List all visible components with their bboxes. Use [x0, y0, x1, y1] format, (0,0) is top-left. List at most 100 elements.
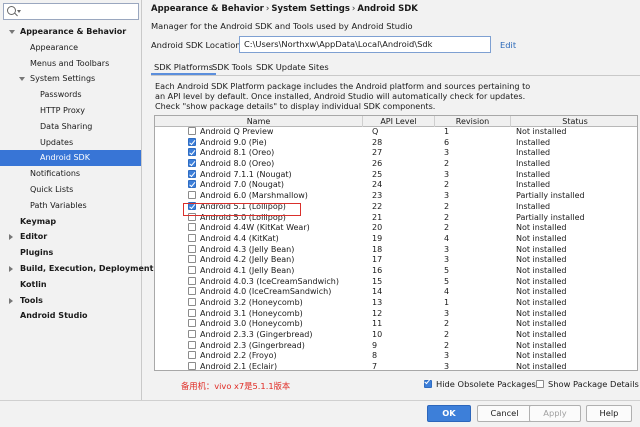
expand-arrow-icon[interactable]	[9, 30, 15, 34]
row-checkbox[interactable]	[188, 127, 196, 135]
sidebar-item-tools[interactable]: Tools	[0, 293, 141, 309]
package-name: Android 7.1.1 (Nougat)	[200, 169, 292, 179]
sidebar-item-kotlin[interactable]: Kotlin	[0, 277, 141, 293]
sidebar-item-appearance[interactable]: Appearance	[0, 40, 141, 56]
tab-sdk-update-sites[interactable]: SDK Update Sites	[253, 59, 332, 75]
table-row[interactable]: Android 8.1 (Oreo) 27 3 Installed	[155, 148, 637, 159]
help-button[interactable]: Help	[586, 405, 632, 422]
collapse-arrow-icon[interactable]	[9, 297, 13, 304]
apply-button[interactable]: Apply	[529, 405, 581, 422]
tab-sdk-platforms[interactable]: SDK Platforms	[151, 59, 217, 75]
package-name: Android 4.1 (Jelly Bean)	[200, 265, 295, 275]
row-checkbox[interactable]	[188, 159, 196, 168]
row-checkbox[interactable]	[188, 340, 196, 349]
hide-obsolete-checkbox[interactable]	[424, 380, 432, 388]
sidebar-item-quick-lists[interactable]: Quick Lists	[0, 182, 141, 198]
sidebar-item-editor[interactable]: Editor	[0, 229, 141, 245]
table-row[interactable]: Android 6.0 (Marshmallow) 23 3 Partially in…	[155, 191, 637, 202]
sidebar-item-passwords[interactable]: Passwords	[0, 87, 141, 103]
row-checkbox[interactable]	[188, 362, 196, 370]
row-checkbox[interactable]	[188, 223, 196, 232]
collapse-arrow-icon[interactable]	[9, 265, 13, 272]
table-row[interactable]: Android 8.0 (Oreo) 26 2 Installed	[155, 159, 637, 170]
row-checkbox[interactable]	[188, 319, 196, 328]
sidebar-item-notifications[interactable]: Notifications	[0, 166, 141, 182]
table-row[interactable]: Android 7.1.1 (Nougat) 25 3 Installed	[155, 169, 637, 181]
edit-link[interactable]: Edit	[500, 40, 516, 50]
hide-obsolete-option[interactable]: Hide Obsolete Packages	[424, 378, 536, 390]
search-field[interactable]	[3, 3, 139, 20]
show-details-option[interactable]: Show Package Details	[536, 378, 639, 390]
sidebar-item-path-variables[interactable]: Path Variables	[0, 198, 141, 214]
chevron-down-icon[interactable]	[17, 10, 21, 13]
ok-button[interactable]: OK	[427, 405, 471, 422]
sdk-location-input[interactable]: C:\Users\Northxw\AppData\Local\Android\S…	[239, 36, 491, 53]
main-panel: Appearance & Behavior › System Settings › An…	[143, 0, 640, 400]
table-row[interactable]: Android 2.1 (Eclair) 7 3 Not installed	[155, 362, 637, 370]
show-details-checkbox[interactable]	[536, 380, 544, 388]
api-level: 23	[372, 191, 383, 201]
sidebar-item-keymap[interactable]: Keymap	[0, 214, 141, 230]
sidebar-item-label: Appearance & Behavior	[20, 27, 127, 36]
table-row[interactable]: Android 3.2 (Honeycomb) 13 1 Not installed	[155, 298, 637, 309]
table-row[interactable]: Android 3.1 (Honeycomb) 12 3 Not installed	[155, 308, 637, 320]
column-header-status[interactable]: Status	[511, 116, 637, 127]
column-header-api-level[interactable]: API Level	[363, 116, 435, 127]
row-checkbox[interactable]	[188, 191, 196, 200]
sidebar-item-updates[interactable]: Updates	[0, 135, 141, 151]
row-checkbox[interactable]	[188, 308, 196, 317]
table-row[interactable]: Android Q Preview Q 1 Not installed	[155, 127, 637, 138]
table-row[interactable]: Android 4.4W (KitKat Wear) 20 2 Not install…	[155, 223, 637, 234]
tab-sdk-tools[interactable]: SDK Tools	[209, 59, 255, 75]
sidebar-item-label: Updates	[40, 137, 74, 147]
sidebar-item-plugins[interactable]: Plugins	[0, 245, 141, 261]
sidebar-item-menus-and-toolbars[interactable]: Menus and Toolbars	[0, 56, 141, 72]
row-checkbox[interactable]	[188, 351, 196, 360]
table-row[interactable]: Android 4.1 (Jelly Bean) 16 5 Not installed	[155, 265, 637, 277]
row-checkbox[interactable]	[188, 265, 196, 274]
row-checkbox[interactable]	[188, 255, 196, 264]
row-checkbox[interactable]	[188, 180, 196, 189]
sidebar-item-appearance-behavior[interactable]: Appearance & Behavior	[0, 24, 141, 40]
table-row[interactable]: Android 4.4 (KitKat) 19 4 Not installed	[155, 233, 637, 245]
row-checkbox[interactable]	[188, 330, 196, 339]
table-row[interactable]: Android 9.0 (Pie) 28 6 Installed	[155, 137, 637, 149]
table-row[interactable]: Android 2.3 (Gingerbread) 9 2 Not installed	[155, 340, 637, 352]
search-icon[interactable]	[7, 6, 16, 15]
expand-arrow-icon[interactable]	[19, 77, 25, 82]
row-checkbox[interactable]	[188, 148, 196, 157]
collapse-arrow-icon[interactable]	[9, 234, 13, 241]
row-checkbox[interactable]	[188, 298, 196, 306]
cancel-button[interactable]: Cancel	[477, 405, 532, 422]
row-checkbox[interactable]	[188, 169, 196, 178]
package-name: Android 4.4 (KitKat)	[200, 233, 279, 243]
table-row[interactable]: Android 2.3.3 (Gingerbread) 10 2 Not instal…	[155, 330, 637, 341]
table-row[interactable]: Android 4.3 (Jelly Bean) 18 3 Not installed	[155, 244, 637, 256]
sidebar-item-build-execution-deployment[interactable]: Build, Execution, Deployment	[0, 261, 153, 277]
row-checkbox[interactable]	[188, 287, 196, 296]
row-checkbox[interactable]	[188, 276, 196, 285]
table-row[interactable]: Android 3.0 (Honeycomb) 11 2 Not installed	[155, 319, 637, 330]
package-name: Android 6.0 (Marshmallow)	[200, 191, 308, 201]
table-row[interactable]: Android 4.0 (IceCreamSandwich) 14 4 Not ins…	[155, 287, 637, 298]
sidebar-item-system-settings[interactable]: System Settings	[0, 71, 141, 87]
sidebar-item-android-studio[interactable]: Android Studio	[0, 308, 141, 324]
install-status: Not installed	[516, 351, 567, 361]
sidebar-item-android-sdk[interactable]: Android SDK	[0, 150, 141, 167]
api-level: 21	[372, 212, 383, 222]
api-level: 13	[372, 298, 383, 307]
revision: 5	[444, 276, 450, 286]
sidebar-item-data-sharing[interactable]: Data Sharing	[0, 119, 141, 135]
sidebar-item-http-proxy[interactable]: HTTP Proxy	[0, 103, 141, 119]
row-checkbox[interactable]	[188, 233, 196, 242]
column-header-revision[interactable]: Revision	[435, 116, 511, 127]
table-row[interactable]: Android 4.0.3 (IceCreamSandwich) 15 5 Not i…	[155, 276, 637, 288]
row-checkbox[interactable]	[188, 244, 196, 253]
table-row[interactable]: Android 4.2 (Jelly Bean) 17 3 Not installed	[155, 255, 637, 266]
row-checkbox[interactable]	[188, 137, 196, 146]
api-level: 16	[372, 265, 383, 275]
table-row[interactable]: Android 7.0 (Nougat) 24 2 Installed	[155, 180, 637, 191]
api-level: Q	[372, 127, 379, 136]
column-header-name[interactable]: Name	[155, 116, 363, 127]
table-row[interactable]: Android 2.2 (Froyo) 8 3 Not installed	[155, 351, 637, 362]
